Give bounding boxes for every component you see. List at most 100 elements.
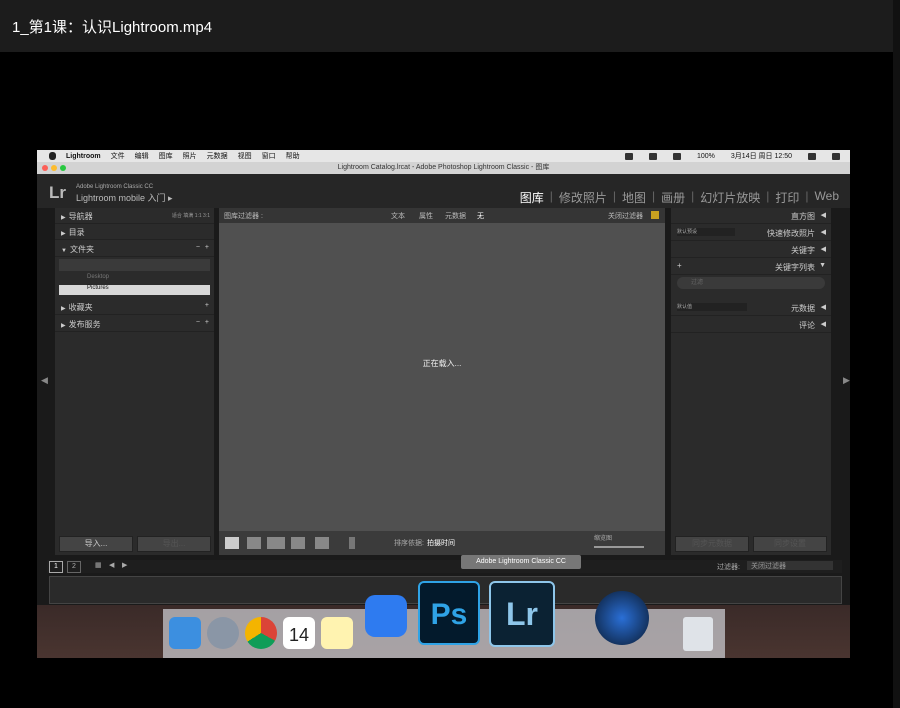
thumbnail-slider[interactable] [594,546,644,548]
sync-settings-button[interactable]: 同步设置 [753,536,827,552]
wifi-icon[interactable] [673,152,681,160]
pencil-app-icon[interactable] [365,595,407,637]
plus-icon[interactable]: + [205,244,209,251]
thumbnail-label: 缩览图 [594,536,613,542]
right-panel-toggle-icon[interactable]: ▶ [843,375,850,386]
filmstrip-filter-select[interactable]: 关闭过滤器 [747,561,833,570]
module-slideshow[interactable]: 幻灯片放映 [697,189,763,206]
navigator-header[interactable]: ▶ 导航器 适合 填满 1:1 3:1 [55,208,214,224]
left-panel-toggle-icon[interactable]: ◀ [41,375,48,386]
spray-can-icon[interactable] [349,537,355,549]
keyword-list-header[interactable]: + 关键字列表 ▼ [671,259,831,275]
left-panel: ▶ 导航器 适合 填满 1:1 3:1 ▶ 目录 ▼ 文件夹 − + Desktop … [55,208,214,555]
module-book[interactable]: 画册 [658,189,688,206]
catalog-header[interactable]: ▶ 目录 [55,224,214,240]
lightroom-icon[interactable]: Lr [489,581,555,647]
zoom-button[interactable] [60,165,66,171]
grid-view[interactable]: 正在载入... [219,208,665,531]
filter-metadata[interactable]: 元数据 [445,211,466,221]
menu-metadata[interactable]: 元数据 [207,151,228,161]
minus-icon[interactable]: − [196,244,200,251]
spotlight-icon[interactable] [808,152,816,160]
module-develop[interactable]: 修改照片 [556,189,610,206]
minus-icon[interactable]: − [196,319,200,326]
sort-value[interactable]: 拍摄时间 [427,538,455,548]
keywording-header[interactable]: 关键字 ◀ [671,242,831,258]
folders-header[interactable]: ▼ 文件夹 − + [55,241,214,257]
publish-header[interactable]: ▶ 发布服务 − + [55,316,214,332]
comments-header[interactable]: 评论 ◀ [671,317,831,333]
photoshop-icon[interactable]: Ps [418,581,480,645]
battery-percent: 100% [697,152,715,160]
metadata-header[interactable]: 默认值 元数据 ◀ [671,300,831,316]
survey-view-icon[interactable] [291,537,305,549]
module-print[interactable]: 打印 [772,189,802,206]
quick-develop-header[interactable]: 默认预设 快速修改照片 ◀ [671,225,831,241]
menu-edit[interactable]: 编辑 [135,151,149,161]
plus-icon[interactable]: + [677,261,682,270]
status-icon[interactable] [649,152,657,160]
menu-help[interactable]: 帮助 [286,151,300,161]
grid-view-icon[interactable] [225,537,239,549]
module-map[interactable]: 地图 [619,189,649,206]
filter-none[interactable]: 无 [477,211,484,221]
volume-bar[interactable] [59,259,210,271]
menu-app-name[interactable]: Lightroom [66,153,101,160]
video-frame[interactable]: Lightroom 文件 编辑 图库 照片 元数据 视图 窗口 帮助 100% … [37,150,850,658]
filter-text[interactable]: 文本 [391,211,405,221]
menu-window[interactable]: 窗口 [262,151,276,161]
metadata-preset-select[interactable]: 默认值 [677,303,747,311]
saved-preset-select[interactable]: 默认预设 [677,228,735,236]
launchpad-icon[interactable] [207,617,239,649]
import-button[interactable]: 导入... [59,536,133,552]
loupe-view-icon[interactable] [247,537,261,549]
keyword-search-input[interactable]: 过滤 [677,277,825,289]
page-2-tab[interactable]: 2 [67,561,81,573]
trash-icon[interactable] [683,617,713,651]
list-icon[interactable] [832,152,840,160]
page-1-tab[interactable]: 1 [49,561,63,573]
notes-icon[interactable] [321,617,353,649]
lock-icon[interactable] [651,211,659,219]
export-button[interactable]: 导出... [137,536,211,552]
people-view-icon[interactable] [315,537,329,549]
menu-view[interactable]: 视图 [238,151,252,161]
arrow-left-icon[interactable]: ◀ [109,561,114,569]
loading-text: 正在载入... [422,359,462,368]
menu-photo[interactable]: 照片 [183,151,197,161]
lr-mobile-link[interactable]: Lightroom mobile 入门 ▸ [76,191,173,204]
lr-product-name: Adobe Lightroom Classic CC [76,184,154,190]
status-icon[interactable] [625,152,633,160]
menu-library[interactable]: 图库 [159,151,173,161]
folder-item-pictures[interactable]: Pictures [59,285,210,295]
menu-file[interactable]: 文件 [111,151,125,161]
module-library[interactable]: 图库 [517,189,547,206]
scrollbar[interactable] [893,0,900,708]
calendar-icon[interactable]: 14 [283,617,315,649]
triangle-left-icon: ◀ [820,304,826,311]
filter-preset[interactable]: 关闭过滤器 [608,211,643,221]
close-button[interactable] [42,165,48,171]
navigator-zoom-options[interactable]: 适合 填满 1:1 3:1 [172,212,210,219]
module-web[interactable]: Web [812,189,842,206]
plus-icon[interactable]: + [205,302,209,309]
mac-menubar: Lightroom 文件 编辑 图库 照片 元数据 视图 窗口 帮助 100% … [37,150,850,162]
lr-header: Lr Adobe Lightroom Classic CC Lightroom … [37,174,850,208]
menubar-datetime[interactable]: 3月14日 周日 12:50 [731,151,792,161]
chrome-icon[interactable] [245,617,277,649]
minimize-button[interactable] [51,165,57,171]
arrow-right-icon[interactable]: ▶ [122,561,127,569]
apple-icon[interactable] [49,152,56,160]
compare-view-icon[interactable] [267,537,285,549]
filter-attribute[interactable]: 属性 [419,211,433,221]
triangle-left-icon: ◀ [820,321,826,328]
sync-metadata-button[interactable]: 同步元数据 [675,536,749,552]
histogram-header[interactable]: 直方图 ◀ [671,208,831,224]
sort-label: 排序依据: [394,540,424,547]
quicktime-icon[interactable] [595,591,649,645]
plus-icon[interactable]: + [205,319,209,326]
folder-item-desktop[interactable]: Desktop [59,274,210,284]
grid-icon[interactable]: ▦ [95,561,102,569]
finder-icon[interactable] [169,617,201,649]
collections-header[interactable]: ▶ 收藏夹 + [55,299,214,315]
